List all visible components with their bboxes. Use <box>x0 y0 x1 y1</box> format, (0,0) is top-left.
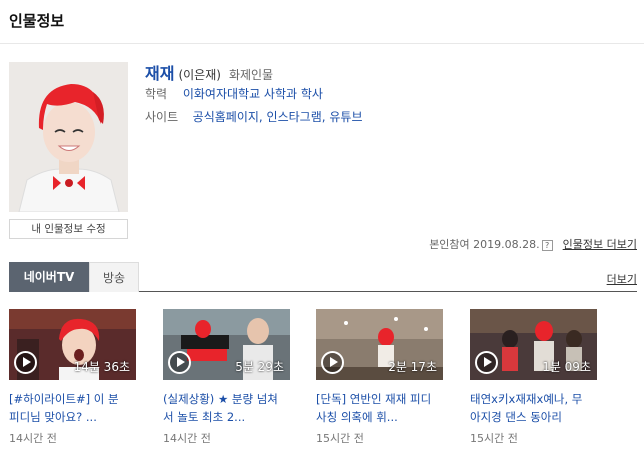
video-title-line: 아지경 댄스 동아리 <box>470 410 562 424</box>
video-time: 14시간 전 <box>163 432 211 445</box>
section-title: 인물정보 <box>9 12 65 30</box>
site-label: 사이트 <box>145 110 179 124</box>
profile-more-link[interactable]: 인물정보 더보기 <box>563 238 637 251</box>
video-title[interactable]: 태연x키x재재x예나, 무 아지경 댄스 동아리 <box>470 390 597 426</box>
site-link-instagram[interactable]: 인스타그램 <box>267 110 322 124</box>
site-link-youtube[interactable]: 유튜브 <box>329 110 362 124</box>
video-title-line: 서 놀토 최초 2... <box>163 410 246 424</box>
verified-text: 본인참여 2019.08.28. <box>429 238 540 251</box>
video-title[interactable]: [#하이라이트#] 이 분 피디님 맞아요? ... <box>9 390 136 426</box>
profile-photo-image <box>9 62 128 212</box>
section-header: 인물정보 <box>0 0 644 44</box>
video-title[interactable]: (실제상황) ★ 분량 넘쳐 서 놀토 최초 2... <box>163 390 290 426</box>
education-row: 학력 이화여자대학교 사학과 학사 <box>145 85 323 102</box>
site-separator: , <box>258 110 267 124</box>
person-category: 화제인물 <box>228 68 274 82</box>
person-real-name: (이은재) <box>178 68 221 82</box>
person-name[interactable]: 재재 <box>145 64 174 83</box>
video-title-line: 사칭 의혹에 휘... <box>316 410 398 424</box>
video-tabs: 네이버TV 방송 더보기 <box>9 262 637 292</box>
video-duration: 2분 17초 <box>388 360 437 374</box>
video-item[interactable]: 1분 09초 태연x키x재재x예나, 무 아지경 댄스 동아리 15시간 전 <box>470 309 597 446</box>
help-icon[interactable]: ? <box>541 240 553 251</box>
video-thumbnail[interactable]: 1분 09초 <box>470 309 597 380</box>
video-title-line: [#하이라이트#] 이 분 <box>9 392 119 406</box>
video-time: 15시간 전 <box>470 432 518 445</box>
video-title-line: 태연x키x재재x예나, 무 <box>470 392 583 406</box>
site-link-homepage[interactable]: 공식홈페이지 <box>193 110 259 124</box>
video-duration: 5분 29초 <box>235 360 284 374</box>
video-time: 15시간 전 <box>316 432 364 445</box>
education-label: 학력 <box>145 87 168 101</box>
video-thumbnail[interactable]: 2분 17초 <box>316 309 443 380</box>
education-link[interactable]: 이화여자대학교 사학과 학사 <box>183 87 323 101</box>
video-duration: 14분 36초 <box>73 360 130 374</box>
video-title-line: [단독] 연반인 재재 피디 <box>316 392 432 406</box>
tabs-more-link[interactable]: 더보기 <box>607 271 637 287</box>
tab-navertv[interactable]: 네이버TV <box>9 262 89 292</box>
name-row: 재재 (이은재) 화제인물 <box>145 60 273 84</box>
profile-photo[interactable] <box>9 62 128 212</box>
site-row: 사이트 공식홈페이지, 인스타그램, 유튜브 <box>145 108 363 125</box>
profile-meta-row: 본인참여 2019.08.28.? 인물정보 더보기 <box>429 236 637 252</box>
play-icon <box>168 351 191 374</box>
play-icon <box>14 351 37 374</box>
video-title-line: (실제상황) ★ 분량 넘쳐 <box>163 392 278 406</box>
play-icon <box>475 351 498 374</box>
video-item[interactable]: 5분 29초 (실제상황) ★ 분량 넘쳐 서 놀토 최초 2... 14시간 … <box>163 309 290 446</box>
video-item[interactable]: 2분 17초 [단독] 연반인 재재 피디 사칭 의혹에 휘... 15시간 전 <box>316 309 443 446</box>
video-duration: 1분 09초 <box>542 360 591 374</box>
video-thumbnail[interactable]: 14분 36초 <box>9 309 136 380</box>
play-icon <box>321 351 344 374</box>
video-title-line: 피디님 맞아요? ... <box>9 410 97 424</box>
video-list: 14분 36초 [#하이라이트#] 이 분 피디님 맞아요? ... 14시간 … <box>9 309 637 449</box>
video-item[interactable]: 14분 36초 [#하이라이트#] 이 분 피디님 맞아요? ... 14시간 … <box>9 309 136 446</box>
edit-profile-button[interactable]: 내 인물정보 수정 <box>9 219 128 239</box>
video-time: 14시간 전 <box>9 432 57 445</box>
video-thumbnail[interactable]: 5분 29초 <box>163 309 290 380</box>
video-title[interactable]: [단독] 연반인 재재 피디 사칭 의혹에 휘... <box>316 390 443 426</box>
tab-broadcast[interactable]: 방송 <box>89 262 139 292</box>
